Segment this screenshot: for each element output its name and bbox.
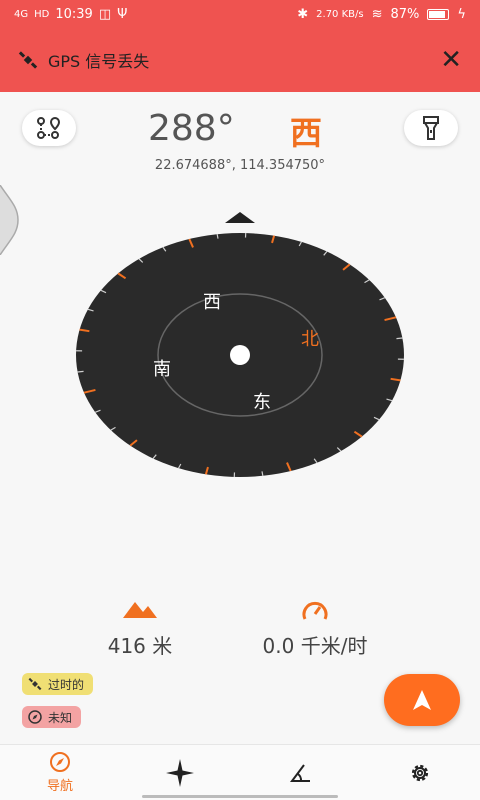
compass-icon: [28, 710, 42, 724]
heading-direction: 西: [290, 114, 323, 152]
navigate-fab[interactable]: [384, 674, 460, 726]
angle-icon: [290, 763, 310, 782]
compass-center-dot: [230, 345, 250, 365]
compass-label-north: 北: [301, 329, 319, 350]
side-handle[interactable]: [0, 185, 20, 255]
compass-icon: [50, 752, 70, 772]
close-icon[interactable]: ✕: [440, 47, 462, 73]
wifi-icon: ≋: [371, 6, 383, 22]
charging-icon: ϟ: [457, 6, 466, 22]
home-indicator: [142, 795, 338, 798]
flashlight-button[interactable]: [404, 110, 458, 146]
coordinates: 22.674688°, 114.354750°: [154, 158, 326, 173]
flashlight-icon: [423, 116, 439, 140]
outdated-badge: 过时的: [22, 673, 94, 695]
heading-pointer: [225, 212, 255, 223]
compass-tick: [396, 337, 403, 340]
speedometer-icon: [302, 601, 328, 620]
unknown-badge: 未知: [22, 706, 82, 728]
bluetooth-icon: ✱: [297, 6, 309, 22]
battery-icon: [427, 8, 450, 20]
nav-item-star-compass[interactable]: [120, 745, 240, 800]
heading-degrees: 288°: [148, 108, 235, 149]
altitude-stat: 416 米: [80, 600, 200, 659]
satellite-icon: [18, 51, 38, 69]
nav-item-angle[interactable]: [240, 745, 360, 800]
compass-label-south: 南: [153, 359, 171, 380]
outdated-label: 过时的: [48, 677, 85, 692]
compass-label-east: 东: [253, 392, 271, 413]
notification-icon: ◫: [98, 6, 112, 22]
compass-tick: [216, 234, 219, 239]
gear-icon: [411, 764, 429, 781]
unknown-label: 未知: [48, 710, 73, 725]
route-icon: [37, 116, 61, 139]
satellite-icon: [28, 677, 42, 691]
usb-icon: Ψ: [117, 6, 128, 22]
screen: { "status_bar": { "network": "4G", "hd":…: [0, 0, 480, 800]
route-button[interactable]: [22, 110, 76, 146]
compass-tick: [261, 471, 264, 476]
status-bar: 4G HD 10:39 ◫ Ψ ✱ 2.70 KB/s ≋ 87% ϟ: [0, 0, 480, 28]
compass: 西 北 东 南: [70, 205, 410, 485]
nav-item-navigate[interactable]: 导航: [0, 745, 120, 800]
hd-badge: HD: [34, 8, 50, 20]
gps-banner-text: GPS 信号丢失: [48, 52, 150, 71]
nav-label-navigate: 导航: [46, 779, 73, 794]
bottom-nav: 导航: [0, 744, 480, 800]
compass-label-west: 西: [203, 292, 221, 313]
altitude-value: 416 米: [107, 634, 173, 658]
mountain-icon: [123, 602, 157, 618]
speed-value: 0.0 千米/时: [262, 634, 368, 658]
network-speed: 2.70 KB/s: [316, 8, 364, 20]
compass-tick: [77, 370, 84, 373]
network-label: 4G: [14, 8, 29, 20]
navigation-arrow-icon: [413, 690, 431, 710]
gps-lost-banner: GPS 信号丢失 ✕: [0, 28, 480, 92]
battery-percent: 87%: [390, 6, 420, 22]
speed-stat: 0.0 千米/时: [230, 600, 400, 659]
nav-item-settings[interactable]: [360, 745, 480, 800]
four-point-star-icon: [166, 758, 194, 787]
status-time: 10:39: [55, 6, 93, 22]
compass-dial: 西 北 东 南: [76, 212, 404, 477]
